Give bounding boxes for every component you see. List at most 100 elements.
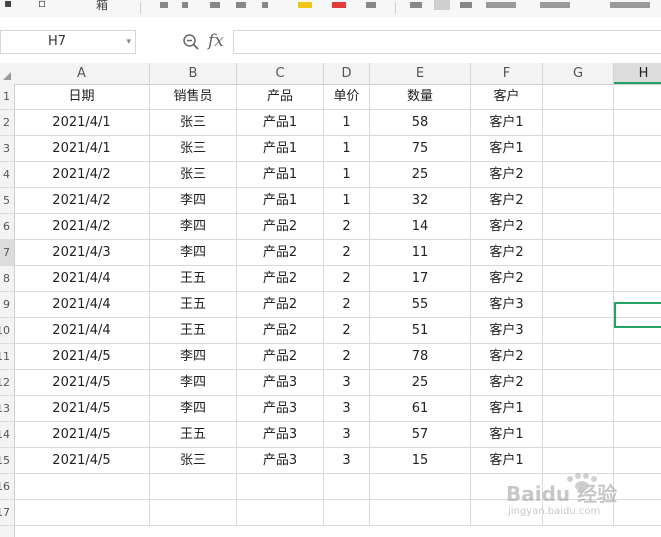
cell-e13[interactable]: 61 xyxy=(370,396,471,422)
cell-b12[interactable]: 李四 xyxy=(150,370,237,396)
column-header-e[interactable]: E xyxy=(370,63,471,84)
cell-b9[interactable]: 王五 xyxy=(150,292,237,318)
cell-e6[interactable]: 14 xyxy=(370,214,471,240)
cell-b15[interactable]: 张三 xyxy=(150,448,237,474)
cell-c10[interactable]: 产品2 xyxy=(237,318,324,344)
cell-h8[interactable] xyxy=(614,266,661,292)
cell-b4[interactable]: 张三 xyxy=(150,162,237,188)
cell-e14[interactable]: 57 xyxy=(370,422,471,448)
ribbon-icons-right[interactable] xyxy=(410,0,660,10)
cell-d10[interactable]: 2 xyxy=(324,318,370,344)
row-header-5[interactable]: 5 xyxy=(0,188,14,214)
cell-d2[interactable]: 1 xyxy=(324,110,370,136)
cell-c5[interactable]: 产品1 xyxy=(237,188,324,214)
cell-b1[interactable]: 销售员 xyxy=(150,84,237,110)
cell-d4[interactable]: 1 xyxy=(324,162,370,188)
cell-f13[interactable]: 客户1 xyxy=(471,396,543,422)
row-header-8[interactable]: 8 xyxy=(0,266,14,292)
cell-c17[interactable] xyxy=(237,500,324,526)
cell-h11[interactable] xyxy=(614,344,661,370)
cell-h2[interactable] xyxy=(614,110,661,136)
cell-c8[interactable]: 产品2 xyxy=(237,266,324,292)
cell-a2[interactable]: 2021/4/1 xyxy=(14,110,150,136)
cell-e9[interactable]: 55 xyxy=(370,292,471,318)
cell-c14[interactable]: 产品3 xyxy=(237,422,324,448)
cell-c11[interactable]: 产品2 xyxy=(237,344,324,370)
cell-d3[interactable]: 1 xyxy=(324,136,370,162)
row-header-10[interactable]: 10 xyxy=(0,318,14,344)
cell-g3[interactable] xyxy=(543,136,614,162)
row-header-13[interactable]: 13 xyxy=(0,396,14,422)
cell-f11[interactable]: 客户2 xyxy=(471,344,543,370)
cell-f6[interactable]: 客户2 xyxy=(471,214,543,240)
row-header-16[interactable]: 16 xyxy=(0,474,14,500)
cell-d12[interactable]: 3 xyxy=(324,370,370,396)
cell-a5[interactable]: 2021/4/2 xyxy=(14,188,150,214)
cell-d17[interactable] xyxy=(324,500,370,526)
cell-d9[interactable]: 2 xyxy=(324,292,370,318)
cell-g2[interactable] xyxy=(543,110,614,136)
cell-e8[interactable]: 17 xyxy=(370,266,471,292)
cell-a4[interactable]: 2021/4/2 xyxy=(14,162,150,188)
cell-b5[interactable]: 李四 xyxy=(150,188,237,214)
cell-h14[interactable] xyxy=(614,422,661,448)
cell-h13[interactable] xyxy=(614,396,661,422)
cell-a17[interactable] xyxy=(14,500,150,526)
cell-b17[interactable] xyxy=(150,500,237,526)
cell-h5[interactable] xyxy=(614,188,661,214)
cell-c9[interactable]: 产品2 xyxy=(237,292,324,318)
row-header-14[interactable]: 14 xyxy=(0,422,14,448)
cell-b16[interactable] xyxy=(150,474,237,500)
cell-d15[interactable]: 3 xyxy=(324,448,370,474)
cell-h7[interactable] xyxy=(614,240,661,266)
column-header-g[interactable]: G xyxy=(543,63,614,84)
cell-f8[interactable]: 客户2 xyxy=(471,266,543,292)
cell-g14[interactable] xyxy=(543,422,614,448)
cell-a9[interactable]: 2021/4/4 xyxy=(14,292,150,318)
cell-f5[interactable]: 客户2 xyxy=(471,188,543,214)
cell-e11[interactable]: 78 xyxy=(370,344,471,370)
cell-f7[interactable]: 客户2 xyxy=(471,240,543,266)
cell-f9[interactable]: 客户3 xyxy=(471,292,543,318)
cell-a1[interactable]: 日期 xyxy=(14,84,150,110)
cell-f12[interactable]: 客户2 xyxy=(471,370,543,396)
cell-d1[interactable]: 单价 xyxy=(324,84,370,110)
column-header-a[interactable]: A xyxy=(14,63,150,84)
row-header-7[interactable]: 7 xyxy=(0,240,14,266)
cell-a10[interactable]: 2021/4/4 xyxy=(14,318,150,344)
cell-d6[interactable]: 2 xyxy=(324,214,370,240)
ribbon-label-fragment[interactable]: 箱 xyxy=(96,0,108,13)
cell-e15[interactable]: 15 xyxy=(370,448,471,474)
cell-h12[interactable] xyxy=(614,370,661,396)
cell-a3[interactable]: 2021/4/1 xyxy=(14,136,150,162)
cell-e16[interactable] xyxy=(370,474,471,500)
row-header-3[interactable]: 3 xyxy=(0,136,14,162)
column-header-b[interactable]: B xyxy=(150,63,237,84)
cell-c6[interactable]: 产品2 xyxy=(237,214,324,240)
cell-b3[interactable]: 张三 xyxy=(150,136,237,162)
cell-c2[interactable]: 产品1 xyxy=(237,110,324,136)
cell-g4[interactable] xyxy=(543,162,614,188)
cell-c3[interactable]: 产品1 xyxy=(237,136,324,162)
cell-g1[interactable] xyxy=(543,84,614,110)
cell-g5[interactable] xyxy=(543,188,614,214)
cell-c4[interactable]: 产品1 xyxy=(237,162,324,188)
cell-d13[interactable]: 3 xyxy=(324,396,370,422)
cell-g7[interactable] xyxy=(543,240,614,266)
cell-c15[interactable]: 产品3 xyxy=(237,448,324,474)
cell-a12[interactable]: 2021/4/5 xyxy=(14,370,150,396)
cell-f10[interactable]: 客户3 xyxy=(471,318,543,344)
row-header-12[interactable]: 12 xyxy=(0,370,14,396)
cell-a7[interactable]: 2021/4/3 xyxy=(14,240,150,266)
cell-c12[interactable]: 产品3 xyxy=(237,370,324,396)
column-header-d[interactable]: D xyxy=(324,63,370,84)
row-header-4[interactable]: 4 xyxy=(0,162,14,188)
cell-g9[interactable] xyxy=(543,292,614,318)
cell-a14[interactable]: 2021/4/5 xyxy=(14,422,150,448)
row-header-2[interactable]: 2 xyxy=(0,110,14,136)
row-header-11[interactable]: 11 xyxy=(0,344,14,370)
ribbon-icon-fragment[interactable]: ▫ xyxy=(38,0,46,10)
cell-a15[interactable]: 2021/4/5 xyxy=(14,448,150,474)
cell-c1[interactable]: 产品 xyxy=(237,84,324,110)
cell-h1[interactable] xyxy=(614,84,661,110)
